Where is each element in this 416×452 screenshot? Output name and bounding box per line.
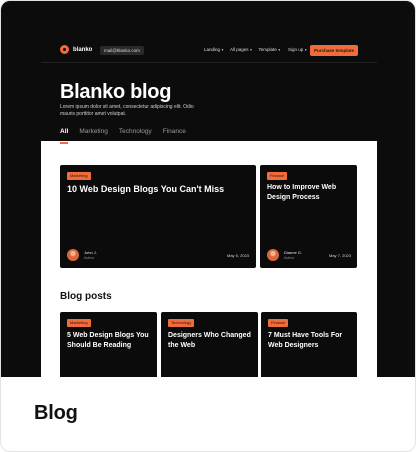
chevron-down-icon: ▼ <box>249 48 253 52</box>
preview-nav-links: Landing▼ All pages▼ Template▼ <box>204 47 281 52</box>
avatar <box>67 249 79 261</box>
author-name: John J. <box>84 250 97 255</box>
hero-title: Blanko blog <box>60 81 172 103</box>
author-role: Author <box>284 256 295 260</box>
nav-link-landing: Landing▼ <box>204 47 225 52</box>
card-caption[interactable]: Blog <box>1 377 415 451</box>
post-title: Designers Who Changed the Web <box>168 332 251 349</box>
category-badge: Marketing <box>67 172 91 180</box>
chevron-down-icon: ▼ <box>304 48 308 52</box>
tab-technology: Technology <box>118 128 152 135</box>
post-date: May 7, 2023 <box>328 253 351 258</box>
post-title: 5 Web Design Blogs You Should Be Reading <box>67 332 149 349</box>
avatar <box>267 249 279 261</box>
featured-post-card: Finance How to Improve Web Design Proces… <box>260 165 357 268</box>
email-pill: mail@blanko.com <box>100 46 144 55</box>
post-author: John J. Author <box>67 249 97 261</box>
hero-description: Lorem ipsum dolor sit amet, consectetur … <box>60 104 194 117</box>
preview-navbar: blanko mail@blanko.com Landing▼ All page… <box>1 1 415 63</box>
blog-post-card: Finance 7 Must Have Tools For Web Design… <box>261 312 357 377</box>
active-tab-indicator <box>60 142 68 144</box>
chevron-down-icon: ▼ <box>221 48 225 52</box>
category-badge: Technology <box>168 319 195 327</box>
category-badge: Finance <box>267 172 288 180</box>
chevron-down-icon: ▼ <box>277 48 281 52</box>
post-title: How to Improve Web Design Process <box>267 184 337 201</box>
category-badge: Marketing <box>67 319 91 327</box>
purchase-template-button: Purchase template <box>310 45 358 56</box>
tab-all: All <box>60 128 69 135</box>
nav-signup: Sign up▼ <box>288 47 308 52</box>
logo-text: blanko <box>73 46 93 53</box>
post-title: 10 Web Design Blogs You Can't Miss <box>67 184 225 194</box>
author-role: Author <box>84 256 95 260</box>
blog-post-card: Marketing 5 Web Design Blogs You Should … <box>60 312 157 377</box>
section-title: Blog posts <box>60 291 112 302</box>
author-name: Dianne G. <box>284 250 303 255</box>
nav-link-all-pages: All pages▼ <box>230 47 253 52</box>
tab-finance: Finance <box>162 128 186 135</box>
blog-post-card: Technology Designers Who Changed the Web <box>161 312 258 377</box>
template-preview[interactable]: blanko mail@blanko.com Landing▼ All page… <box>1 1 415 377</box>
post-date: May 5, 2023 <box>226 253 249 258</box>
nav-divider <box>41 62 377 63</box>
nav-link-template: Template▼ <box>258 47 281 52</box>
tab-marketing: Marketing <box>79 128 108 135</box>
featured-post-card: Marketing 10 Web Design Blogs You Can't … <box>60 165 256 268</box>
post-author: Dianne G. Author <box>267 249 302 261</box>
post-title: 7 Must Have Tools For Web Designers <box>268 332 343 349</box>
logo-icon <box>60 45 69 54</box>
category-tabs: All Marketing Technology Finance <box>60 128 186 135</box>
template-card[interactable]: blanko mail@blanko.com Landing▼ All page… <box>0 0 416 452</box>
preview-logo: blanko <box>60 45 92 54</box>
category-badge: Finance <box>268 319 289 327</box>
template-name: Blog <box>34 402 78 424</box>
